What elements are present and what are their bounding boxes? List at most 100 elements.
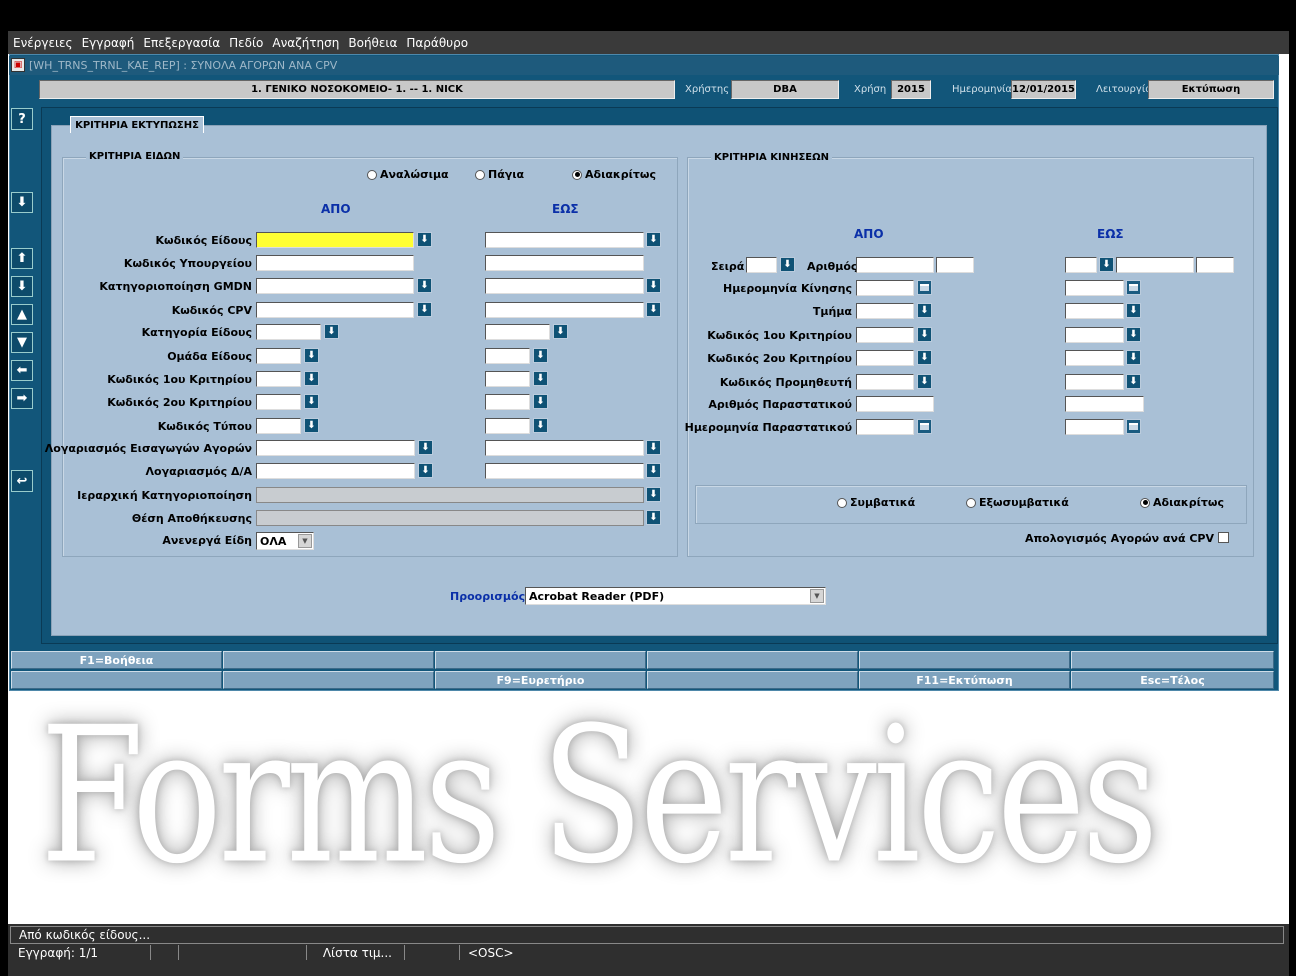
number-to-ext-input[interactable]: [1196, 257, 1234, 273]
series-to-input[interactable]: [1065, 257, 1097, 273]
cpv-from-input[interactable]: [256, 302, 414, 318]
import-account-from-lov[interactable]: ⬇: [418, 440, 433, 455]
hierarchy-input[interactable]: [256, 487, 644, 503]
radio-contractual[interactable]: Συμβατικά: [837, 496, 915, 509]
department-from-lov[interactable]: ⬇: [917, 303, 932, 318]
key-f1-help[interactable]: F1=Βοήθεια: [11, 651, 222, 669]
gmdn-from-lov[interactable]: ⬇: [417, 278, 432, 293]
menu-query[interactable]: Αναζήτηση: [272, 36, 339, 50]
cpv-from-lov[interactable]: ⬇: [417, 302, 432, 317]
tab-print-criteria[interactable]: ΚΡΙΤΗΡΙΑ ΕΚΤΥΠΩΣΗΣ: [70, 116, 204, 133]
inactive-items-select[interactable]: ΟΛΑ ▼: [256, 532, 314, 550]
type-code-to-input[interactable]: [485, 418, 530, 434]
previous-record-button[interactable]: ▲: [11, 304, 33, 325]
doc-date-from-input[interactable]: [856, 419, 914, 435]
doc-date-to-input[interactable]: [1065, 419, 1124, 435]
move-date-from-input[interactable]: [856, 280, 914, 296]
key-slot-r1-4[interactable]: [647, 651, 858, 669]
type-code-from-input[interactable]: [256, 418, 301, 434]
criterion2-to-lov[interactable]: ⬇: [533, 394, 548, 409]
ministry-code-to-input[interactable]: [485, 255, 644, 271]
list-values-button[interactable]: ⬇: [11, 192, 33, 213]
item-group-to-input[interactable]: [485, 348, 530, 364]
series-from-lov[interactable]: ⬇: [780, 257, 795, 272]
key-slot-r1-3[interactable]: [435, 651, 646, 669]
move-criterion1-to-lov[interactable]: ⬇: [1126, 327, 1141, 342]
menu-window[interactable]: Παράθυρο: [406, 36, 468, 50]
criterion2-from-lov[interactable]: ⬇: [304, 394, 319, 409]
menu-actions[interactable]: Ενέργειες: [13, 36, 73, 50]
item-group-to-lov[interactable]: ⬇: [533, 348, 548, 363]
import-account-to-lov[interactable]: ⬇: [646, 440, 661, 455]
destination-select[interactable]: Acrobat Reader (PDF) ▼: [525, 587, 826, 605]
move-criterion2-to-input[interactable]: [1065, 350, 1124, 366]
supplier-code-to-lov[interactable]: ⬇: [1126, 374, 1141, 389]
next-record-button[interactable]: ▼: [11, 332, 33, 353]
item-category-from-lov[interactable]: ⬇: [324, 324, 339, 339]
menu-edit[interactable]: Επεξεργασία: [143, 36, 220, 50]
type-code-from-lov[interactable]: ⬇: [304, 418, 319, 433]
key-slot-r1-2[interactable]: [223, 651, 434, 669]
da-account-from-input[interactable]: [256, 463, 415, 479]
menu-help[interactable]: Βοήθεια: [348, 36, 397, 50]
previous-block-button[interactable]: ⬅: [11, 360, 33, 381]
radio-all-moves[interactable]: Αδιακρίτως: [1140, 496, 1224, 509]
move-criterion2-to-lov[interactable]: ⬇: [1126, 350, 1141, 365]
supplier-code-from-input[interactable]: [856, 374, 914, 390]
radio-non-contractual[interactable]: Εξωσυμβατικά: [966, 496, 1069, 509]
criterion1-to-input[interactable]: [485, 371, 530, 387]
move-criterion2-from-lov[interactable]: ⬇: [917, 350, 932, 365]
menu-record[interactable]: Εγγραφή: [82, 36, 135, 50]
gmdn-to-input[interactable]: [485, 278, 644, 294]
series-from-input[interactable]: [746, 257, 777, 273]
department-to-input[interactable]: [1065, 303, 1124, 319]
move-criterion2-from-input[interactable]: [856, 350, 914, 366]
cpv-summary-checkbox[interactable]: [1218, 532, 1229, 543]
supplier-code-from-lov[interactable]: ⬇: [917, 374, 932, 389]
calendar-icon[interactable]: [917, 280, 932, 295]
first-record-button[interactable]: ⬆: [11, 248, 33, 269]
storage-location-input[interactable]: [256, 510, 644, 526]
menu-field[interactable]: Πεδίο: [229, 36, 263, 50]
item-category-to-lov[interactable]: ⬇: [553, 324, 568, 339]
help-button[interactable]: ?: [11, 108, 33, 130]
doc-number-to-input[interactable]: [1065, 396, 1144, 412]
move-criterion1-to-input[interactable]: [1065, 327, 1124, 343]
criterion1-from-input[interactable]: [256, 371, 301, 387]
cpv-to-input[interactable]: [485, 302, 644, 318]
radio-consumables[interactable]: Αναλώσιμα: [367, 168, 449, 181]
radio-fixed-assets[interactable]: Πάγια: [475, 168, 524, 181]
item-code-from-lov[interactable]: ⬇: [417, 232, 432, 247]
storage-location-lov[interactable]: ⬇: [646, 510, 661, 525]
key-slot-r1-6[interactable]: [1071, 651, 1274, 669]
hierarchy-lov[interactable]: ⬇: [646, 487, 661, 502]
move-criterion1-from-lov[interactable]: ⬇: [917, 327, 932, 342]
da-account-to-input[interactable]: [485, 463, 644, 479]
key-slot-r2-1[interactable]: [11, 671, 222, 689]
return-button[interactable]: ↩: [11, 470, 33, 492]
da-account-from-lov[interactable]: ⬇: [418, 463, 433, 478]
key-esc-exit[interactable]: Esc=Τέλος: [1071, 671, 1274, 689]
department-from-input[interactable]: [856, 303, 914, 319]
item-code-to-lov[interactable]: ⬇: [646, 232, 661, 247]
criterion1-to-lov[interactable]: ⬇: [533, 371, 548, 386]
radio-all-items[interactable]: Αδιακρίτως: [572, 168, 656, 181]
item-category-to-input[interactable]: [485, 324, 550, 340]
calendar-icon[interactable]: [1126, 419, 1141, 434]
key-slot-r1-5[interactable]: [859, 651, 1070, 669]
key-f11-print[interactable]: F11=Εκτύπωση: [859, 671, 1070, 689]
criterion2-to-input[interactable]: [485, 394, 530, 410]
move-date-to-input[interactable]: [1065, 280, 1124, 296]
ministry-code-from-input[interactable]: [256, 255, 414, 271]
calendar-icon[interactable]: [917, 419, 932, 434]
cpv-to-lov[interactable]: ⬇: [646, 302, 661, 317]
key-slot-r2-4[interactable]: [647, 671, 858, 689]
item-category-from-input[interactable]: [256, 324, 321, 340]
series-to-lov[interactable]: ⬇: [1099, 257, 1114, 272]
criterion1-from-lov[interactable]: ⬇: [304, 371, 319, 386]
number-to-input[interactable]: [1116, 257, 1194, 273]
type-code-to-lov[interactable]: ⬇: [533, 418, 548, 433]
doc-number-from-input[interactable]: [856, 396, 934, 412]
last-record-button[interactable]: ⬇: [11, 276, 33, 297]
import-account-to-input[interactable]: [485, 440, 644, 456]
